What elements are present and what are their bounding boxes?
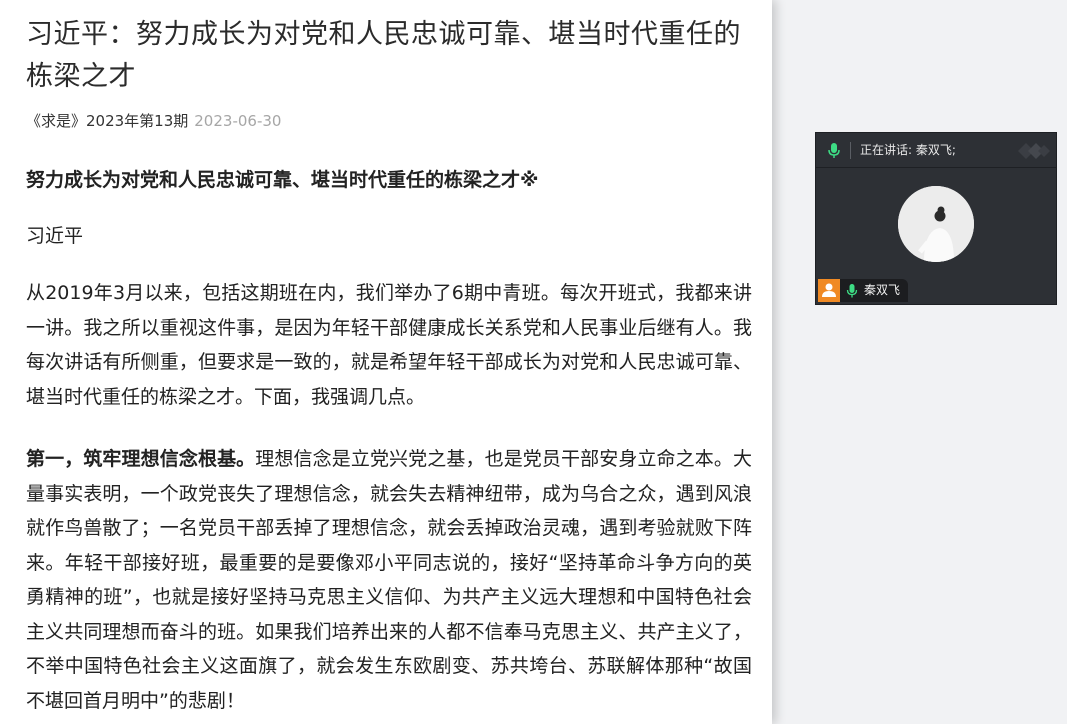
app-logo-icon	[1016, 139, 1052, 163]
participant-name-tag: 秦双飞	[818, 279, 908, 302]
user-icon	[818, 279, 840, 302]
article-meta: 《求是》2023年第13期 2023-06-30	[26, 110, 752, 132]
speaking-indicator: 正在讲话: 秦双飞;	[860, 142, 956, 159]
paragraph-lead: 第一，筑牢理想信念根基。	[26, 448, 256, 470]
participant-avatar	[898, 186, 974, 262]
speaking-label: 正在讲话:	[860, 143, 913, 157]
article-date: 2023-06-30	[194, 112, 282, 130]
article-content: 习近平：努力成长为对党和人民忠诚可靠、堪当时代重任的栋梁之才 《求是》2023年…	[0, 0, 752, 718]
paragraph-body: 理想信念是立党兴党之基，也是党员干部安身立命之本。大量事实表明，一个政党丧失了理…	[26, 448, 752, 712]
header-divider	[850, 142, 851, 159]
article-paragraph-1: 从2019年3月以来，包括这期班在内，我们举办了6期中青班。每次开班式，我都来讲…	[26, 282, 752, 408]
article-author: 习近平	[26, 225, 84, 247]
article-subtitle: 努力成长为对党和人民忠诚可靠、堪当时代重任的栋梁之才※	[26, 169, 539, 191]
microphone-icon	[846, 283, 858, 299]
article-panel: 习近平：努力成长为对党和人民忠诚可靠、堪当时代重任的栋梁之才 《求是》2023年…	[0, 0, 772, 724]
microphone-icon[interactable]	[827, 142, 841, 160]
call-header: 正在讲话: 秦双飞;	[816, 133, 1056, 168]
article-title: 习近平：努力成长为对党和人民忠诚可靠、堪当时代重任的栋梁之才	[26, 19, 741, 92]
article-source: 《求是》2023年第13期	[26, 112, 189, 130]
speaking-name: 秦双飞;	[915, 143, 956, 157]
participant-name: 秦双飞	[864, 283, 901, 297]
video-call-window[interactable]: 正在讲话: 秦双飞; 秦双飞	[815, 132, 1057, 305]
screen: 习近平：努力成长为对党和人民忠诚可靠、堪当时代重任的栋梁之才 《求是》2023年…	[0, 0, 1067, 724]
article-paragraph-2: 第一，筑牢理想信念根基。理想信念是立党兴党之基，也是党员干部安身立命之本。大量事…	[26, 442, 752, 718]
